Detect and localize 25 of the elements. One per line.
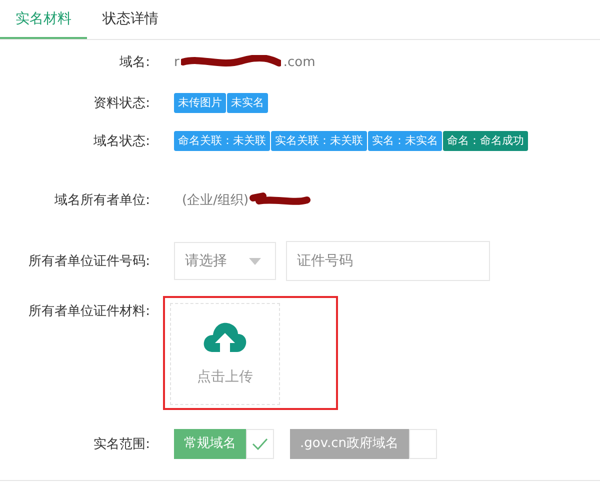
field-label: 域名所有者单位: bbox=[54, 192, 150, 209]
field-label: 所有者单位证件材料: bbox=[28, 303, 150, 320]
tab[interactable]: 实名材料 bbox=[0, 0, 87, 39]
tab[interactable]: 状态详情 bbox=[87, 0, 174, 39]
upload-area[interactable]: 点击上传 bbox=[170, 303, 280, 405]
field-label: 资料状态: bbox=[92, 95, 150, 112]
field-label: 实名范围: bbox=[92, 436, 150, 453]
status-tag: 命名关联：未关联 bbox=[174, 131, 270, 151]
domain-value: r bbox=[174, 54, 180, 70]
cloud-upload-icon bbox=[203, 322, 247, 352]
status-tag: 实名：未实名 bbox=[368, 131, 442, 151]
certificate-number-field[interactable]: 证件号码 bbox=[286, 241, 490, 281]
field-label: 域名状态: bbox=[92, 133, 150, 150]
status-tag: 未实名 bbox=[227, 93, 268, 113]
status-tag: 实名关联：未关联 bbox=[271, 131, 367, 151]
field-label: 域名: bbox=[118, 54, 150, 71]
status-tag: 未传图片 bbox=[174, 93, 226, 113]
redaction-scribble bbox=[248, 192, 311, 208]
check-icon bbox=[252, 438, 268, 450]
type-select[interactable]: 请选择 bbox=[174, 242, 276, 280]
owner-value: (企业/组织) bbox=[182, 192, 249, 209]
caret-icon bbox=[249, 258, 261, 264]
field-label: 所有者单位证件号码: bbox=[28, 253, 150, 270]
domain-value: .com bbox=[283, 54, 316, 70]
status-tag: 命名：命名成功 bbox=[443, 131, 528, 151]
